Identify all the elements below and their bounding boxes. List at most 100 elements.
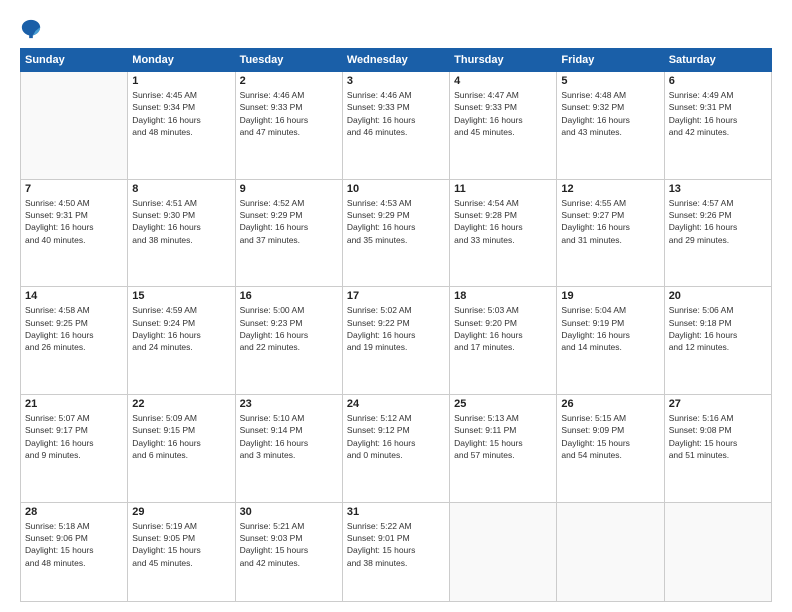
day-number: 1 xyxy=(132,75,230,87)
calendar-day-header: Wednesday xyxy=(342,49,449,72)
day-number: 21 xyxy=(25,398,123,410)
logo-icon xyxy=(20,18,42,40)
logo xyxy=(20,18,46,40)
calendar-cell: 11 Sunrise: 4:54 AM Sunset: 9:28 PM Dayli… xyxy=(450,179,557,287)
day-number: 5 xyxy=(561,75,659,87)
calendar-table: SundayMondayTuesdayWednesdayThursdayFrid… xyxy=(20,48,772,602)
day-number: 29 xyxy=(132,506,230,518)
day-number: 20 xyxy=(669,290,767,302)
day-number: 3 xyxy=(347,75,445,87)
day-info: Sunrise: 4:46 AM Sunset: 9:33 PM Dayligh… xyxy=(347,89,445,138)
calendar-cell: 2 Sunrise: 4:46 AM Sunset: 9:33 PM Daylig… xyxy=(235,72,342,180)
day-info: Sunrise: 5:06 AM Sunset: 9:18 PM Dayligh… xyxy=(669,304,767,353)
calendar-cell: 17 Sunrise: 5:02 AM Sunset: 9:22 PM Dayli… xyxy=(342,287,449,395)
calendar-cell: 7Sunrise: 4:50 AM Sunset: 9:31 PM Daylig… xyxy=(21,179,128,287)
day-info: Sunrise: 5:09 AM Sunset: 9:15 PM Dayligh… xyxy=(132,412,230,461)
day-info: Sunrise: 5:16 AM Sunset: 9:08 PM Dayligh… xyxy=(669,412,767,461)
day-number: 4 xyxy=(454,75,552,87)
calendar-cell: 16 Sunrise: 5:00 AM Sunset: 9:23 PM Dayli… xyxy=(235,287,342,395)
calendar-cell: 26Sunrise: 5:15 AM Sunset: 9:09 PM Dayli… xyxy=(557,394,664,502)
calendar-week-row: 14Sunrise: 4:58 AM Sunset: 9:25 PM Dayli… xyxy=(21,287,772,395)
day-number: 24 xyxy=(347,398,445,410)
day-info: Sunrise: 4:53 AM Sunset: 9:29 PM Dayligh… xyxy=(347,197,445,246)
calendar-cell: 25Sunrise: 5:13 AM Sunset: 9:11 PM Dayli… xyxy=(450,394,557,502)
day-info: Sunrise: 4:46 AM Sunset: 9:33 PM Dayligh… xyxy=(240,89,338,138)
calendar-cell: 30 Sunrise: 5:21 AM Sunset: 9:03 PM Dayli… xyxy=(235,502,342,601)
day-number: 2 xyxy=(240,75,338,87)
day-number: 11 xyxy=(454,183,552,195)
calendar-day-header: Sunday xyxy=(21,49,128,72)
calendar-cell: 6 Sunrise: 4:49 AM Sunset: 9:31 PM Daylig… xyxy=(664,72,771,180)
day-number: 27 xyxy=(669,398,767,410)
calendar-cell: 31Sunrise: 5:22 AM Sunset: 9:01 PM Dayli… xyxy=(342,502,449,601)
calendar-cell: 21 Sunrise: 5:07 AM Sunset: 9:17 PM Dayli… xyxy=(21,394,128,502)
calendar-cell: 8 Sunrise: 4:51 AM Sunset: 9:30 PM Daylig… xyxy=(128,179,235,287)
calendar-cell: 19 Sunrise: 5:04 AM Sunset: 9:19 PM Dayli… xyxy=(557,287,664,395)
calendar-cell: 24 Sunrise: 5:12 AM Sunset: 9:12 PM Dayli… xyxy=(342,394,449,502)
calendar-cell xyxy=(450,502,557,601)
day-info: Sunrise: 5:22 AM Sunset: 9:01 PM Dayligh… xyxy=(347,520,445,569)
day-number: 19 xyxy=(561,290,659,302)
calendar-week-row: 28 Sunrise: 5:18 AM Sunset: 9:06 PM Dayli… xyxy=(21,502,772,601)
day-number: 7 xyxy=(25,183,123,195)
day-info: Sunrise: 5:18 AM Sunset: 9:06 PM Dayligh… xyxy=(25,520,123,569)
day-number: 23 xyxy=(240,398,338,410)
calendar-cell: 29 Sunrise: 5:19 AM Sunset: 9:05 PM Dayli… xyxy=(128,502,235,601)
calendar-header-row: SundayMondayTuesdayWednesdayThursdayFrid… xyxy=(21,49,772,72)
day-number: 15 xyxy=(132,290,230,302)
calendar-week-row: 1 Sunrise: 4:45 AM Sunset: 9:34 PM Daylig… xyxy=(21,72,772,180)
calendar-cell: 15Sunrise: 4:59 AM Sunset: 9:24 PM Dayli… xyxy=(128,287,235,395)
calendar-week-row: 21 Sunrise: 5:07 AM Sunset: 9:17 PM Dayli… xyxy=(21,394,772,502)
day-number: 6 xyxy=(669,75,767,87)
calendar-day-header: Monday xyxy=(128,49,235,72)
day-number: 13 xyxy=(669,183,767,195)
day-number: 8 xyxy=(132,183,230,195)
day-number: 16 xyxy=(240,290,338,302)
calendar-cell: 10Sunrise: 4:53 AM Sunset: 9:29 PM Dayli… xyxy=(342,179,449,287)
day-info: Sunrise: 4:48 AM Sunset: 9:32 PM Dayligh… xyxy=(561,89,659,138)
day-info: Sunrise: 4:54 AM Sunset: 9:28 PM Dayligh… xyxy=(454,197,552,246)
day-info: Sunrise: 5:04 AM Sunset: 9:19 PM Dayligh… xyxy=(561,304,659,353)
calendar-cell: 23Sunrise: 5:10 AM Sunset: 9:14 PM Dayli… xyxy=(235,394,342,502)
day-info: Sunrise: 4:55 AM Sunset: 9:27 PM Dayligh… xyxy=(561,197,659,246)
calendar-cell: 14Sunrise: 4:58 AM Sunset: 9:25 PM Dayli… xyxy=(21,287,128,395)
calendar-cell xyxy=(557,502,664,601)
day-info: Sunrise: 4:45 AM Sunset: 9:34 PM Dayligh… xyxy=(132,89,230,138)
calendar-cell: 3 Sunrise: 4:46 AM Sunset: 9:33 PM Daylig… xyxy=(342,72,449,180)
day-number: 22 xyxy=(132,398,230,410)
day-info: Sunrise: 5:19 AM Sunset: 9:05 PM Dayligh… xyxy=(132,520,230,569)
day-info: Sunrise: 5:12 AM Sunset: 9:12 PM Dayligh… xyxy=(347,412,445,461)
calendar-cell: 20 Sunrise: 5:06 AM Sunset: 9:18 PM Dayli… xyxy=(664,287,771,395)
calendar-day-header: Saturday xyxy=(664,49,771,72)
page: SundayMondayTuesdayWednesdayThursdayFrid… xyxy=(0,0,792,612)
day-number: 18 xyxy=(454,290,552,302)
calendar-day-header: Thursday xyxy=(450,49,557,72)
calendar-cell: 1 Sunrise: 4:45 AM Sunset: 9:34 PM Daylig… xyxy=(128,72,235,180)
day-info: Sunrise: 4:58 AM Sunset: 9:25 PM Dayligh… xyxy=(25,304,123,353)
calendar-cell: 28 Sunrise: 5:18 AM Sunset: 9:06 PM Dayli… xyxy=(21,502,128,601)
calendar-cell xyxy=(664,502,771,601)
day-number: 30 xyxy=(240,506,338,518)
calendar-cell: 12Sunrise: 4:55 AM Sunset: 9:27 PM Dayli… xyxy=(557,179,664,287)
calendar-cell: 5 Sunrise: 4:48 AM Sunset: 9:32 PM Daylig… xyxy=(557,72,664,180)
calendar-cell: 22 Sunrise: 5:09 AM Sunset: 9:15 PM Dayli… xyxy=(128,394,235,502)
calendar-day-header: Friday xyxy=(557,49,664,72)
calendar-week-row: 7Sunrise: 4:50 AM Sunset: 9:31 PM Daylig… xyxy=(21,179,772,287)
day-info: Sunrise: 4:51 AM Sunset: 9:30 PM Dayligh… xyxy=(132,197,230,246)
calendar-cell: 4Sunrise: 4:47 AM Sunset: 9:33 PM Daylig… xyxy=(450,72,557,180)
day-info: Sunrise: 4:57 AM Sunset: 9:26 PM Dayligh… xyxy=(669,197,767,246)
day-number: 9 xyxy=(240,183,338,195)
day-info: Sunrise: 5:00 AM Sunset: 9:23 PM Dayligh… xyxy=(240,304,338,353)
day-info: Sunrise: 5:13 AM Sunset: 9:11 PM Dayligh… xyxy=(454,412,552,461)
day-number: 26 xyxy=(561,398,659,410)
day-number: 28 xyxy=(25,506,123,518)
day-info: Sunrise: 5:07 AM Sunset: 9:17 PM Dayligh… xyxy=(25,412,123,461)
day-info: Sunrise: 5:21 AM Sunset: 9:03 PM Dayligh… xyxy=(240,520,338,569)
day-info: Sunrise: 5:02 AM Sunset: 9:22 PM Dayligh… xyxy=(347,304,445,353)
day-number: 17 xyxy=(347,290,445,302)
calendar-day-header: Tuesday xyxy=(235,49,342,72)
calendar-cell xyxy=(21,72,128,180)
calendar-cell: 13 Sunrise: 4:57 AM Sunset: 9:26 PM Dayli… xyxy=(664,179,771,287)
day-info: Sunrise: 4:49 AM Sunset: 9:31 PM Dayligh… xyxy=(669,89,767,138)
calendar-cell: 9Sunrise: 4:52 AM Sunset: 9:29 PM Daylig… xyxy=(235,179,342,287)
